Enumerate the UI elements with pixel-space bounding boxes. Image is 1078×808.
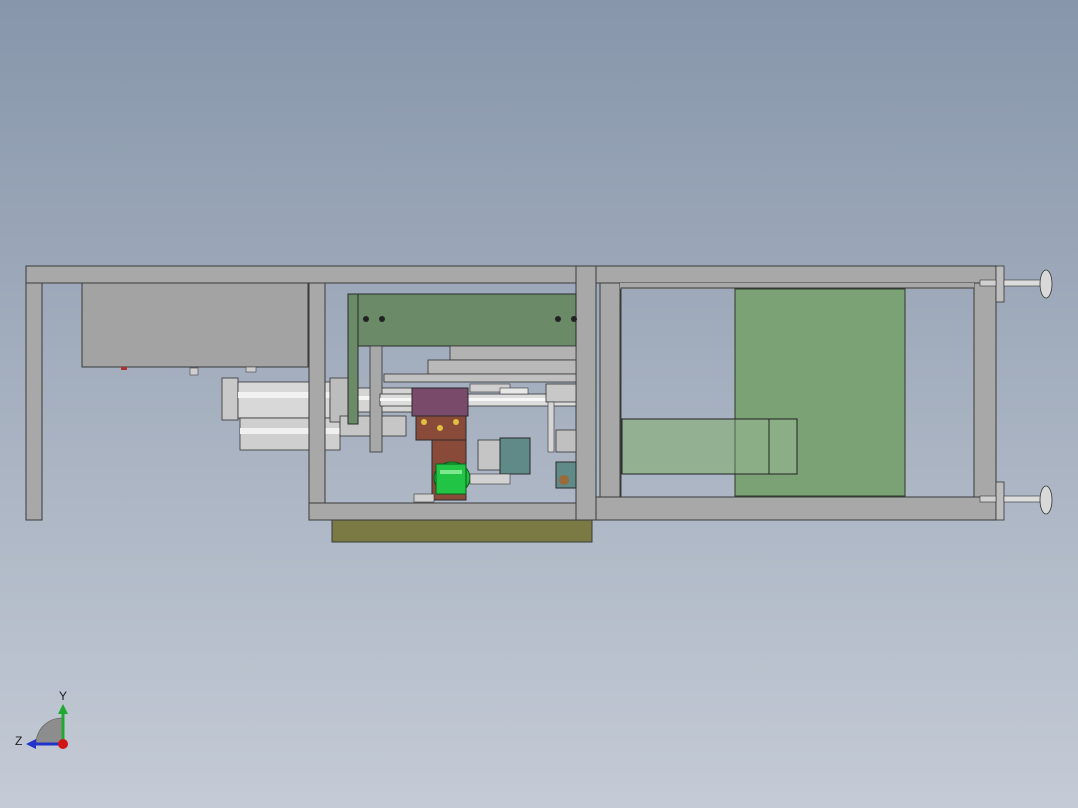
cad-viewport[interactable]: Y Z	[0, 0, 1078, 808]
x-axis-dot	[58, 739, 68, 749]
transparent-tray[interactable]	[621, 418, 798, 475]
orientation-triad[interactable]: Y Z	[15, 689, 68, 749]
control-box	[81, 282, 309, 368]
sensor-bracket[interactable]	[545, 383, 577, 489]
z-axis-label: Z	[15, 734, 22, 748]
y-axis-label: Y	[59, 689, 67, 703]
gear-reducer[interactable]	[469, 437, 531, 485]
machine-assembly-drawing[interactable]: Y Z	[0, 0, 1078, 808]
base-plate	[331, 519, 593, 543]
